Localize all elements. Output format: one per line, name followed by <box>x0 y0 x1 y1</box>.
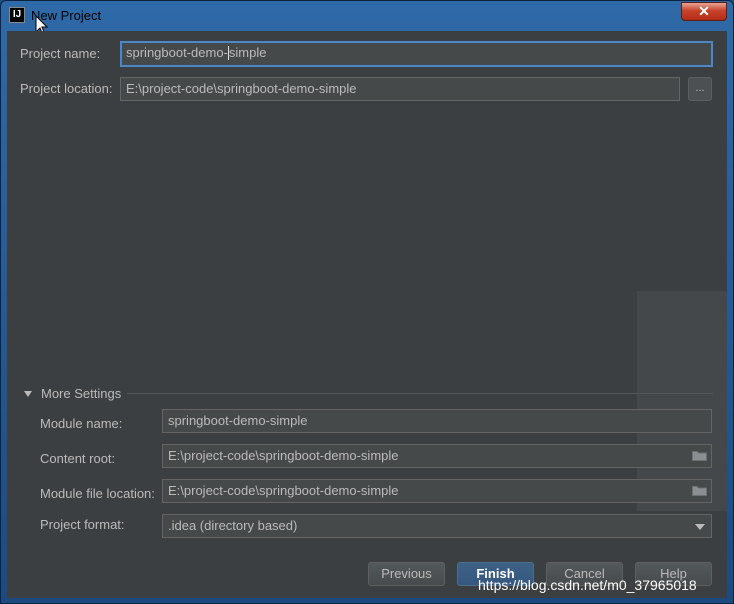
watermark-text: https://blog.csdn.net/m0_37965018 <box>478 577 697 593</box>
close-icon: ✕ <box>698 3 710 19</box>
module-name-input[interactable]: springboot-demo-simple <box>162 409 712 433</box>
collapse-triangle-icon[interactable] <box>24 391 32 397</box>
project-location-label: Project location: <box>20 81 113 96</box>
module-file-location-value: E:\project-code\springboot-demo-simple <box>168 483 399 498</box>
dialog-content: Project name: springboot-demo-simple Pro… <box>7 31 727 598</box>
content-root-input[interactable]: E:\project-code\springboot-demo-simple <box>162 444 712 468</box>
new-project-dialog: IJ New Project ✕ Project name: springboo… <box>0 0 734 604</box>
project-name-value-start: springboot-demo- <box>126 45 228 60</box>
chevron-down-icon <box>695 524 705 530</box>
project-format-value: .idea (directory based) <box>168 518 298 533</box>
content-root-label: Content root: <box>40 451 116 466</box>
project-format-select[interactable]: .idea (directory based) <box>162 514 712 538</box>
module-name-label: Module name: <box>40 416 123 431</box>
project-name-input[interactable]: springboot-demo-simple <box>120 41 713 67</box>
project-location-input[interactable]: E:\project-code\springboot-demo-simple <box>120 77 680 101</box>
project-name-label: Project name: <box>20 46 101 61</box>
intellij-app-icon: IJ <box>9 7 25 23</box>
previous-button[interactable]: Previous <box>368 562 445 586</box>
scroll-area-overlay <box>637 291 727 511</box>
folder-icon[interactable] <box>692 450 707 461</box>
browse-location-button[interactable]: ... <box>688 77 712 101</box>
project-format-label: Project format: <box>40 517 125 532</box>
project-name-value-end: simple <box>228 45 267 60</box>
close-button[interactable]: ✕ <box>681 2 727 21</box>
section-divider <box>127 393 713 394</box>
content-root-value: E:\project-code\springboot-demo-simple <box>168 448 399 463</box>
title-bar[interactable]: IJ New Project ✕ <box>1 1 733 31</box>
more-settings-title[interactable]: More Settings <box>41 386 121 401</box>
folder-icon[interactable] <box>692 485 707 496</box>
module-file-location-label: Module file location: <box>40 486 155 501</box>
module-file-location-input[interactable]: E:\project-code\springboot-demo-simple <box>162 479 712 503</box>
